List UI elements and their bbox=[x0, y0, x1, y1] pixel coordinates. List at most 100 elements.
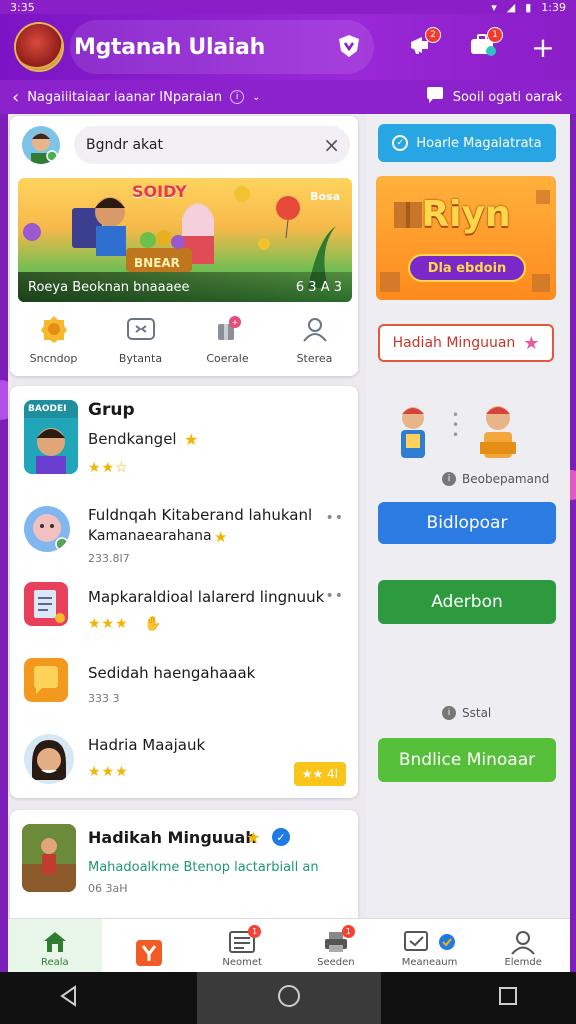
chevron-down-icon[interactable]: ⌄ bbox=[252, 92, 260, 103]
verified-icon: ✓ bbox=[272, 828, 290, 846]
inbox-check-icon bbox=[402, 927, 458, 957]
reward-pill[interactable]: Dla ebdoin bbox=[408, 254, 526, 282]
tab-app[interactable] bbox=[102, 919, 196, 972]
hadiah-minguuan-button[interactable]: Hadiah Minguuan ★ bbox=[378, 324, 554, 362]
note-1-label: Beobepamand bbox=[462, 472, 550, 486]
quick-action-sterea[interactable]: Sterea bbox=[271, 312, 358, 370]
status-right-time: 1:39 bbox=[541, 0, 566, 14]
list-item-title: Grup bbox=[88, 400, 135, 420]
rating-stars: ★★★ bbox=[88, 764, 129, 780]
info-icon[interactable]: i bbox=[230, 90, 245, 104]
hadiah-minguuan-label: Hadiah Minguuan bbox=[392, 335, 516, 351]
list-item-title: Hadria Maajauk bbox=[88, 736, 206, 754]
list-item-subtitle: Kamanaearahana bbox=[88, 528, 212, 544]
app-logo[interactable] bbox=[16, 24, 62, 70]
tab-neomet[interactable]: 1 Neomet bbox=[195, 919, 289, 972]
shield-icon[interactable] bbox=[334, 30, 364, 62]
home-button[interactable] bbox=[196, 972, 381, 1024]
group-avatar: BAODEI bbox=[24, 400, 78, 474]
back-arrow-icon[interactable]: ‹ bbox=[12, 87, 19, 108]
banner-counter: 6 3 A 3 bbox=[295, 279, 342, 295]
list-item[interactable]: Hadria Maajauk ★★★ ★★ 4l bbox=[10, 722, 358, 796]
minoaar-button[interactable]: Bndlice Minoaar bbox=[378, 738, 556, 782]
quick-action-coerale[interactable]: + Coerale bbox=[184, 312, 271, 370]
member-avatar bbox=[24, 506, 70, 552]
reward-title: Riyn bbox=[421, 194, 511, 235]
breadcrumb[interactable]: Nagaiiitaiaar iaanar INparaian bbox=[27, 90, 222, 105]
notification-button[interactable]: 2 bbox=[404, 27, 441, 64]
app-bar: Mgtanah Ulaiah 2 1 + bbox=[0, 14, 576, 80]
tab-reala[interactable]: Reala bbox=[8, 919, 102, 972]
app-title: Mgtanah Ulaiah bbox=[74, 34, 265, 60]
list-icon: 1 bbox=[227, 925, 262, 957]
badge-icon bbox=[37, 312, 71, 346]
printer-icon: 1 bbox=[321, 925, 355, 957]
versus-dots: • • • bbox=[452, 408, 460, 442]
home-icon bbox=[40, 927, 70, 957]
opponent-avatar-2 bbox=[476, 402, 520, 462]
check-circle-icon: ✓ bbox=[392, 135, 409, 151]
reward-chip[interactable]: ★★ 4l bbox=[293, 762, 346, 786]
aderbon-button[interactable]: Aderbon bbox=[378, 580, 556, 624]
list-item-subtitle: Bendkangel bbox=[88, 430, 177, 448]
tab-label: Neomet bbox=[222, 957, 262, 968]
list-item-title: Sedidah haengahaaak bbox=[88, 664, 256, 682]
gamepad-icon bbox=[124, 312, 158, 346]
inbox-button[interactable]: 1 bbox=[466, 27, 503, 64]
opponent-avatar-1 bbox=[396, 404, 430, 462]
tab-badge: 1 bbox=[248, 925, 262, 938]
app-y-icon bbox=[134, 938, 164, 968]
bottom-tab-bar: Reala 1 Neomet 1 Seeden Meaneaum Elemde bbox=[8, 918, 570, 972]
tab-badge: 1 bbox=[341, 925, 355, 938]
list-item[interactable]: Sedidah haengahaaak 333 3 bbox=[10, 648, 358, 722]
tab-meaneaum[interactable]: Meaneaum bbox=[383, 919, 477, 972]
tab-elemde[interactable]: Elemde bbox=[476, 919, 570, 972]
bidlopoar-button[interactable]: Bidlopoar bbox=[378, 502, 556, 544]
user-avatar[interactable] bbox=[22, 126, 60, 164]
list-item-meta: 333 3 bbox=[88, 692, 120, 705]
group-subtitle: Mahadoalkme Btenop lactarbiall an bbox=[88, 860, 319, 875]
search-value: Bgndr akat bbox=[86, 137, 163, 153]
list-item-title: Fuldnqah Kitaberand lahukanl bbox=[88, 506, 313, 524]
quick-action-sncndop[interactable]: Sncndop bbox=[10, 312, 97, 370]
minoaar-label: Bndlice Minoaar bbox=[398, 750, 536, 770]
search-input[interactable]: Bgndr akat × bbox=[74, 126, 350, 164]
activity-list: BAODEI Grup Bendkangel ★ ★★☆ Fuldnqah Ki… bbox=[10, 386, 358, 798]
banner-caption: Roeya Beoknan bnaaaee 6 3 A 3 bbox=[18, 272, 352, 302]
more-options-icon[interactable]: •• bbox=[325, 510, 344, 526]
promo-banner[interactable]: SOIDY BNEAR Bosa Roeya Beoknan bnaaaee 6… bbox=[18, 178, 352, 302]
rating-stars: ★★☆ bbox=[88, 460, 129, 476]
quick-action-bytanta[interactable]: Bytanta bbox=[97, 312, 184, 370]
tab-label: Seeden bbox=[317, 957, 355, 968]
group-card[interactable]: Hadikah Minguuah ★ ✓ Mahadoalkme Btenop … bbox=[10, 810, 358, 920]
chat-action[interactable]: Sooil ogati oarak bbox=[425, 86, 562, 108]
list-item[interactable]: BAODEI Grup Bendkangel ★ ★★☆ bbox=[10, 386, 358, 486]
add-button[interactable]: + bbox=[526, 30, 560, 64]
recents-square-icon[interactable] bbox=[498, 986, 518, 1010]
group-title: Hadikah Minguuah bbox=[88, 828, 257, 847]
info-icon: i bbox=[442, 472, 456, 486]
search-card: Bgndr akat × SOIDY BNEAR Bosa Roeya Beok… bbox=[10, 116, 358, 376]
aderbon-label: Aderbon bbox=[431, 592, 503, 612]
note-2-label: Sstal bbox=[462, 706, 492, 720]
group-meta: 06 3aH bbox=[88, 882, 128, 895]
gift-icon: + bbox=[211, 312, 245, 346]
more-options-icon[interactable]: •• bbox=[325, 588, 344, 604]
tab-seeden[interactable]: 1 Seeden bbox=[289, 919, 383, 972]
back-triangle-icon[interactable] bbox=[58, 985, 80, 1011]
system-nav-bar bbox=[0, 972, 576, 1024]
home-circle-icon bbox=[277, 984, 301, 1012]
info-icon: i bbox=[442, 706, 456, 720]
list-item[interactable]: Mapkaraldioal lalarerd lingnuuk ★★★ ✋ •• bbox=[10, 574, 358, 648]
chat-bubble-icon bbox=[425, 86, 445, 108]
wifi-icon: ▾ bbox=[491, 0, 497, 14]
breadcrumb-bar: ‹ Nagaiiitaiaar iaanar INparaian i ⌄ Soo… bbox=[0, 80, 576, 114]
list-item[interactable]: Fuldnqah Kitaberand lahukanl Kamanaearah… bbox=[10, 490, 358, 574]
magalatrata-button[interactable]: ✓ Hoarle Magalatrata bbox=[378, 124, 556, 162]
hand-icon: ✋ bbox=[144, 616, 162, 632]
reward-banner[interactable]: Riyn Dla ebdoin bbox=[376, 176, 556, 300]
group-tag: BAODEI bbox=[28, 404, 67, 414]
rating-stars: ★★★ bbox=[88, 616, 129, 632]
close-icon[interactable]: × bbox=[323, 133, 340, 157]
document-icon bbox=[24, 582, 68, 626]
